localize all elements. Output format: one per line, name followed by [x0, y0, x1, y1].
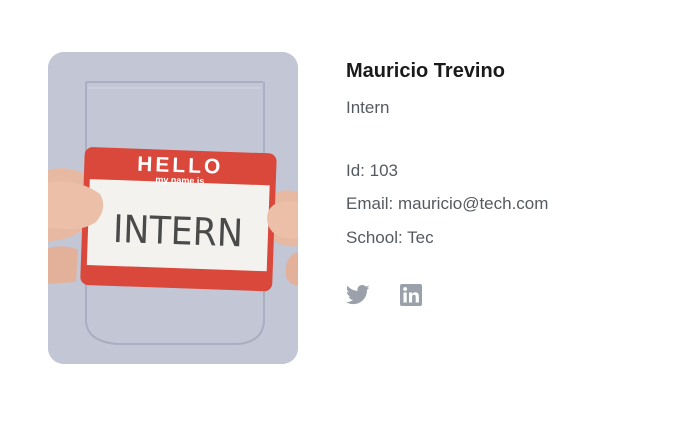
- social-links: [346, 284, 424, 306]
- profile-name: Mauricio Trevino: [346, 60, 505, 82]
- profile-card: HELLO my name is INTERN Mauricio Trevino…: [0, 0, 689, 436]
- profile-id: Id: 103: [346, 161, 398, 180]
- profile-school: School: Tec: [346, 228, 434, 247]
- profile-photo: HELLO my name is INTERN: [48, 52, 298, 364]
- twitter-link[interactable]: [346, 284, 370, 306]
- badge-subtitle-text: my name is: [155, 174, 204, 186]
- linkedin-link[interactable]: [400, 284, 424, 306]
- twitter-icon: [346, 285, 370, 305]
- profile-email: Email: mauricio@tech.com: [346, 194, 549, 213]
- badge-name-text: INTERN: [112, 207, 243, 256]
- profile-role: Intern: [346, 98, 390, 117]
- photo-illustration: HELLO my name is INTERN: [48, 52, 298, 364]
- linkedin-icon: [400, 284, 422, 306]
